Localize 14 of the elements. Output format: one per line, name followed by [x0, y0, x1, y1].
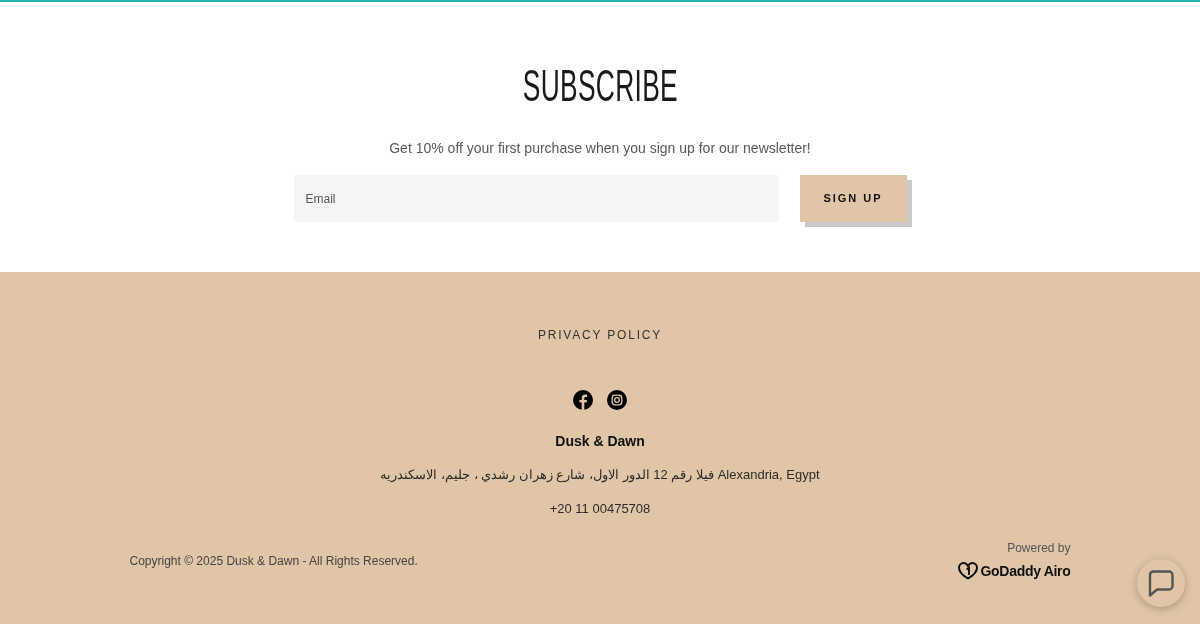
- section-title: SUBSCRIBE: [522, 64, 678, 108]
- business-name: Dusk & Dawn: [555, 432, 645, 451]
- email-field[interactable]: Email: [293, 175, 779, 222]
- speech-bubble-icon: [1148, 569, 1174, 597]
- copyright-text: Copyright © 2025 Dusk & Dawn - All Rights Reserved.: [129, 553, 418, 569]
- newsletter-text: Get 10% off your first purchase when you sign up for our newsletter!: [389, 139, 811, 158]
- heart-logo-icon: [957, 562, 978, 580]
- privacy-policy-link[interactable]: PRIVACY POLICY: [537, 327, 663, 343]
- address-text: فيلا رقم 12 الدور الاول، شارع زهران رشدي ، جليم، الاسكندريه Alexandria, Egypt: [380, 466, 820, 485]
- brand-link[interactable]: GoDaddy Airo: [957, 562, 1071, 580]
- phone-text: +20 11 00475708: [549, 500, 651, 518]
- facebook-icon[interactable]: [573, 390, 593, 410]
- powered-by-text: Powered by: [1007, 540, 1071, 556]
- instagram-icon[interactable]: [607, 390, 627, 410]
